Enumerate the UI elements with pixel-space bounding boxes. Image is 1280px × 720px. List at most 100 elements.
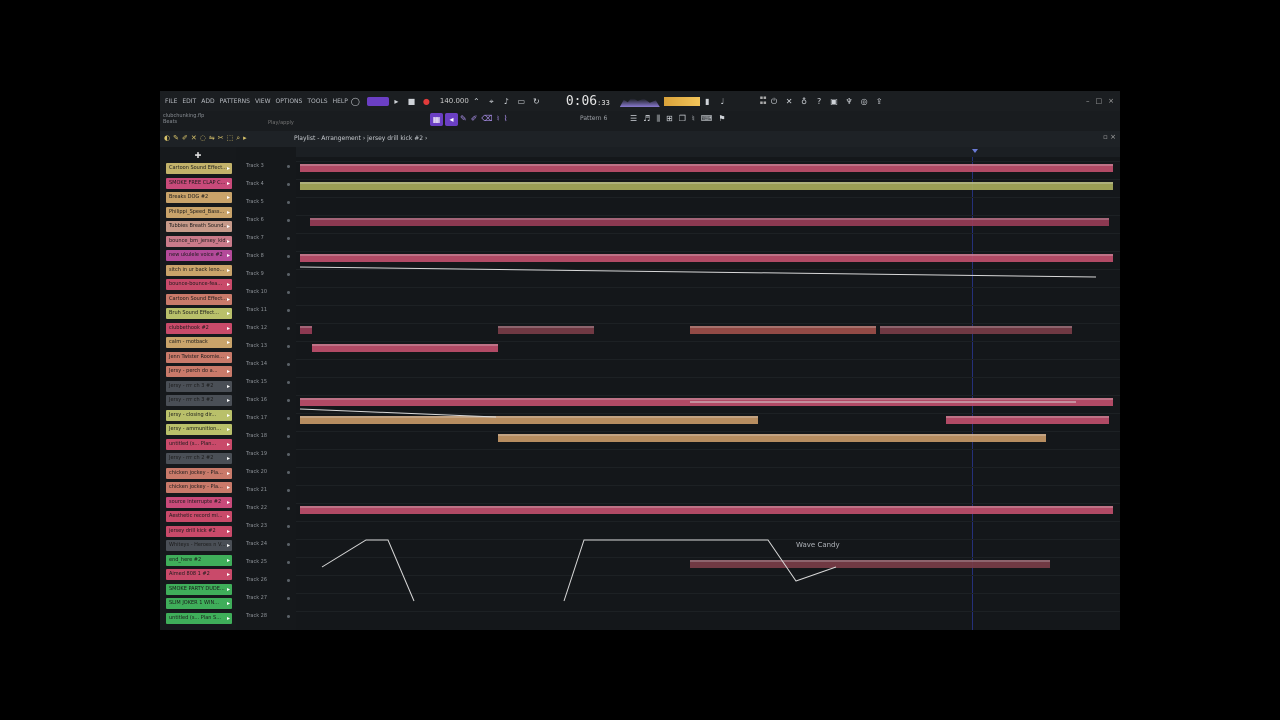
track-mute-led[interactable] bbox=[287, 255, 290, 258]
menu-item-view[interactable]: VIEW bbox=[255, 98, 271, 105]
pattern-item[interactable]: end_here #2 bbox=[166, 554, 232, 566]
pattern-item[interactable]: SMOKE FREE CLAP C... bbox=[166, 177, 232, 189]
pattern-item[interactable]: bounce_bm_jersey_kid... bbox=[166, 235, 232, 247]
track-mute-led[interactable] bbox=[287, 525, 290, 528]
track-header[interactable]: Track 13 bbox=[236, 343, 296, 361]
erase-icon[interactable]: ✕ bbox=[191, 134, 197, 143]
zoom-icon[interactable]: ⌕ bbox=[236, 134, 240, 143]
save-icon[interactable]: ▣ bbox=[830, 97, 839, 106]
track-header[interactable]: Track 24 bbox=[236, 541, 296, 559]
track-lane[interactable] bbox=[296, 539, 1120, 558]
draw-icon[interactable]: ✎ bbox=[173, 134, 179, 143]
pattern-item[interactable]: Breaks DOG #2 bbox=[166, 192, 232, 203]
track-header[interactable]: Track 18 bbox=[236, 433, 296, 451]
pattern-song-toggle[interactable] bbox=[366, 96, 389, 106]
track-lane[interactable] bbox=[296, 593, 1120, 612]
track-lane[interactable] bbox=[296, 521, 1120, 540]
track-lane[interactable] bbox=[296, 287, 1120, 306]
track-mute-led[interactable] bbox=[287, 201, 290, 204]
tuner-icon[interactable]: ♮ bbox=[692, 114, 695, 124]
track-header[interactable]: Track 25 bbox=[236, 559, 296, 577]
playlist-clip[interactable] bbox=[690, 560, 1050, 568]
track-mute-led[interactable] bbox=[287, 507, 290, 510]
wait-input-icon[interactable]: ⌖ bbox=[487, 97, 496, 106]
stop-icon[interactable]: ■ bbox=[407, 97, 416, 106]
hint-ring-icon[interactable]: ◯ bbox=[351, 97, 360, 106]
metronome-icon[interactable]: ⌃ bbox=[472, 97, 481, 106]
record-icon[interactable]: ● bbox=[422, 97, 431, 106]
playlist-clip[interactable] bbox=[300, 326, 312, 334]
pattern-item[interactable]: Jersy - rrr ch 3 #2 bbox=[166, 395, 232, 406]
minimize-icon[interactable]: – bbox=[1086, 97, 1090, 105]
track-mute-led[interactable] bbox=[287, 309, 290, 312]
track-mute-led[interactable] bbox=[287, 435, 290, 438]
track-lane[interactable] bbox=[296, 305, 1120, 324]
select-icon[interactable]: ⬚ bbox=[227, 134, 234, 143]
track-mute-led[interactable] bbox=[287, 165, 290, 168]
pattern-item[interactable]: Cartoon Sound Effect... bbox=[166, 163, 232, 174]
pattern-item[interactable]: Whiteys - Heroes n V... bbox=[166, 540, 232, 551]
pattern-item[interactable]: sitch in ur back leno... bbox=[166, 264, 232, 276]
playlist-clip[interactable] bbox=[300, 398, 1113, 406]
timeline-ruler[interactable] bbox=[296, 147, 1120, 157]
pattern-item[interactable]: chicken jockey - Pla... bbox=[166, 467, 232, 479]
track-mute-led[interactable] bbox=[287, 399, 290, 402]
plugin-icon[interactable]: ♆ bbox=[845, 97, 854, 106]
track-mute-led[interactable] bbox=[287, 183, 290, 186]
playlist-clip[interactable] bbox=[300, 164, 1113, 172]
playlist-clip[interactable] bbox=[300, 254, 1113, 262]
piano-roll-icon[interactable]: ♬ bbox=[643, 114, 650, 124]
track-lane[interactable] bbox=[296, 467, 1120, 486]
play-icon[interactable]: ▸ bbox=[392, 97, 401, 106]
pattern-item[interactable]: Jersy - rrr ch 3 #2 bbox=[166, 380, 232, 392]
pattern-item[interactable]: Bruh Sound Effect... bbox=[166, 308, 232, 319]
pattern-item[interactable]: Jersy - rrr ch 2 #2 bbox=[166, 453, 232, 464]
playlist-clip[interactable] bbox=[300, 182, 1113, 190]
pattern-item[interactable]: SLIM JOKER 1 WIN... bbox=[166, 598, 232, 609]
track-header[interactable]: Track 22 bbox=[236, 505, 296, 523]
track-lane[interactable] bbox=[296, 269, 1120, 288]
mixer-icon[interactable]: ✕ bbox=[785, 97, 794, 106]
track-header[interactable]: Track 6 bbox=[236, 217, 296, 235]
playlist-clip[interactable] bbox=[946, 416, 1109, 424]
mic-icon[interactable]: ♩ bbox=[718, 97, 727, 106]
paint-icon[interactable]: ✐ bbox=[471, 114, 478, 123]
track-mute-led[interactable] bbox=[287, 579, 290, 582]
track-lane[interactable] bbox=[296, 233, 1120, 252]
track-header[interactable]: Track 27 bbox=[236, 595, 296, 613]
plugin-picker-icon[interactable]: ⊞ bbox=[666, 114, 673, 124]
playlist-clip[interactable] bbox=[498, 326, 594, 334]
pattern-selector[interactable]: Pattern 6 bbox=[580, 115, 607, 122]
touch-keyboard-icon[interactable]: ⌨ bbox=[701, 114, 713, 124]
playback-icon[interactable]: ▸ bbox=[243, 134, 247, 143]
blend-notes-icon[interactable]: ▭ bbox=[517, 97, 526, 106]
track-header[interactable]: Track 4 bbox=[236, 181, 296, 199]
track-mute-led[interactable] bbox=[287, 345, 290, 348]
pattern-item[interactable]: untitled (s... Plan... bbox=[166, 438, 232, 450]
track-lane[interactable] bbox=[296, 611, 1120, 630]
menu-item-tools[interactable]: TOOLS bbox=[307, 98, 327, 105]
mixer-window-icon[interactable]: ⫼ bbox=[656, 114, 660, 124]
track-mute-led[interactable] bbox=[287, 615, 290, 618]
track-mute-led[interactable] bbox=[287, 327, 290, 330]
pattern-item[interactable]: jersey drill kick #2 bbox=[166, 525, 232, 537]
mute-tool-icon[interactable]: ◌ bbox=[200, 134, 206, 143]
microphone-icon[interactable]: ♁ bbox=[800, 97, 809, 106]
pattern-item[interactable]: new ukulele voice #2 bbox=[166, 250, 232, 261]
track-header[interactable]: Track 11 bbox=[236, 307, 296, 325]
pencil-icon[interactable]: ✎ bbox=[460, 114, 467, 123]
track-header[interactable]: Track 3 bbox=[236, 163, 296, 181]
track-header[interactable]: Track 17 bbox=[236, 415, 296, 433]
track-header[interactable]: Track 8 bbox=[236, 253, 296, 271]
track-mute-led[interactable] bbox=[287, 237, 290, 240]
playlist-clip[interactable] bbox=[690, 326, 876, 334]
playlist-clip[interactable] bbox=[310, 218, 1109, 226]
pattern-item[interactable]: bounce-bounce-fea... bbox=[166, 279, 232, 290]
track-header[interactable]: Track 19 bbox=[236, 451, 296, 469]
track-mute-led[interactable] bbox=[287, 471, 290, 474]
pattern-item[interactable]: Jenn Twister Roomie... bbox=[166, 351, 232, 363]
restore-icon[interactable]: □ bbox=[1096, 97, 1103, 105]
track-header[interactable]: Track 15 bbox=[236, 379, 296, 397]
track-lane[interactable] bbox=[296, 449, 1120, 468]
track-mute-led[interactable] bbox=[287, 291, 290, 294]
